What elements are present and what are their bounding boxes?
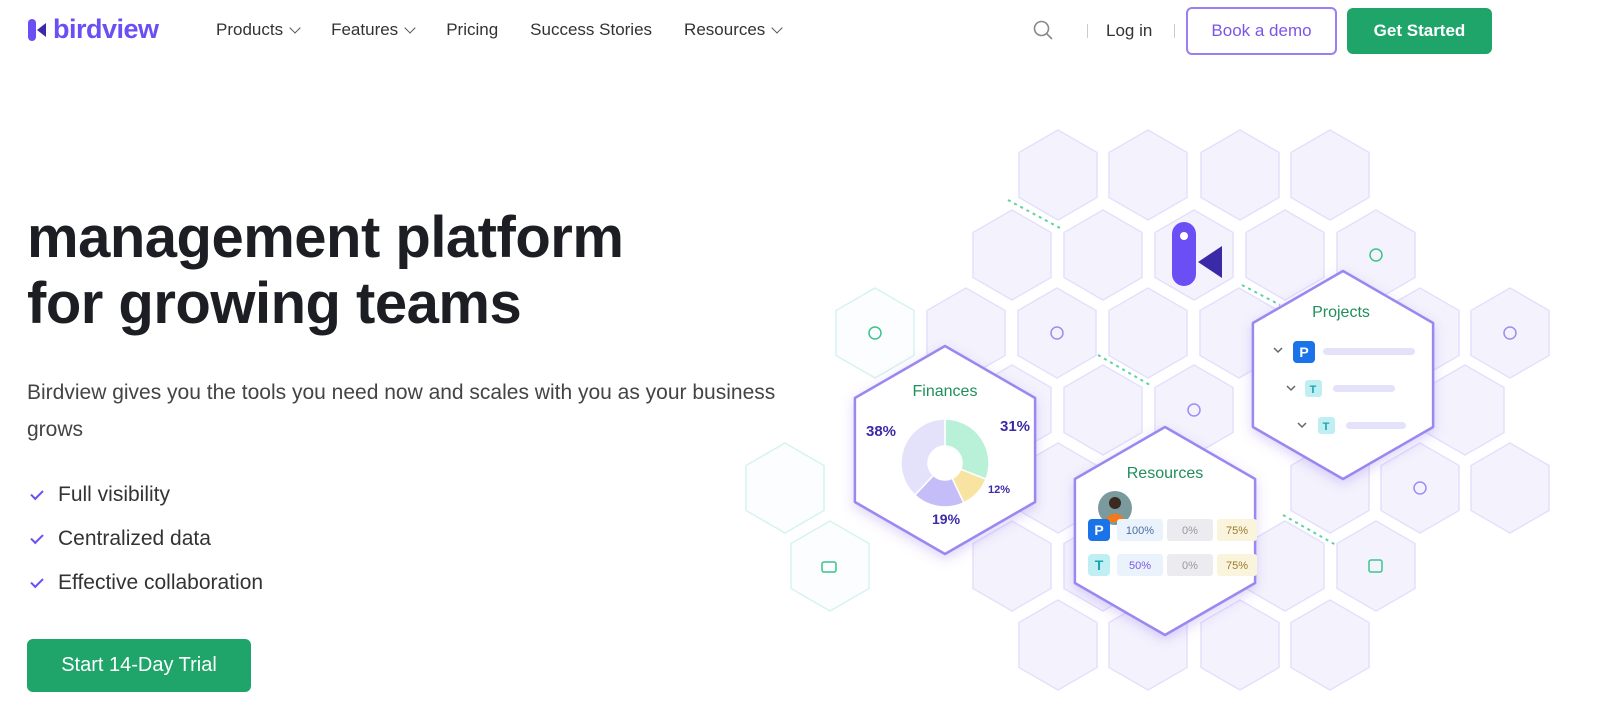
hexagon-illustration: Finances 31% 12% 19% 38% Resources P T 1… — [745, 129, 1550, 691]
hexagon-tile — [790, 520, 870, 612]
hexagon-tile — [1200, 129, 1280, 221]
hexagon-tile — [972, 209, 1052, 301]
hexagon-tile — [972, 520, 1052, 612]
bar — [1323, 348, 1415, 355]
hexagon-tile — [1245, 209, 1325, 301]
tag-label: T — [1095, 557, 1104, 573]
hexagon-tile — [1018, 129, 1098, 221]
pie-label: 31% — [1000, 418, 1030, 435]
allocation-value: 0% — [1182, 525, 1198, 537]
hexagon-tile — [1380, 442, 1460, 534]
allocation-value: 75% — [1226, 560, 1248, 572]
hexagon-tile — [1425, 364, 1505, 456]
hexagon-tile — [1200, 599, 1280, 691]
hexagon-tile — [835, 287, 915, 379]
resources-title: Resources — [1127, 465, 1203, 482]
finances-title: Finances — [913, 383, 978, 400]
projects-title: Projects — [1312, 304, 1370, 321]
hexagon-tile — [1063, 364, 1143, 456]
tag-label: P — [1299, 344, 1308, 360]
bar — [1346, 422, 1406, 429]
bar — [1333, 385, 1395, 392]
allocation-value: 100% — [1126, 525, 1154, 537]
pie-label: 38% — [866, 423, 896, 440]
hexagon-tile — [1018, 599, 1098, 691]
hexagon-tile — [745, 442, 825, 534]
tag-label: T — [1310, 384, 1317, 396]
hexagon-tile — [1470, 442, 1550, 534]
hexagon-tile — [1063, 209, 1143, 301]
allocation-value: 50% — [1129, 560, 1151, 572]
tag-label: T — [1323, 421, 1330, 433]
hexagon-tile — [1290, 129, 1370, 221]
hexagon-tile — [1017, 287, 1097, 379]
hexagon-tile — [1245, 520, 1325, 612]
allocation-value: 75% — [1226, 525, 1248, 537]
pie-label: 12% — [988, 484, 1010, 496]
hexagon-tile — [1336, 520, 1416, 612]
hexagon-tile — [1290, 599, 1370, 691]
hexagon-tile — [1470, 287, 1550, 379]
tag-label: P — [1094, 522, 1103, 538]
pie-label: 19% — [932, 511, 961, 527]
hexagon-tile — [1108, 129, 1188, 221]
allocation-value: 0% — [1182, 560, 1198, 572]
hexagon-tile — [1108, 287, 1188, 379]
